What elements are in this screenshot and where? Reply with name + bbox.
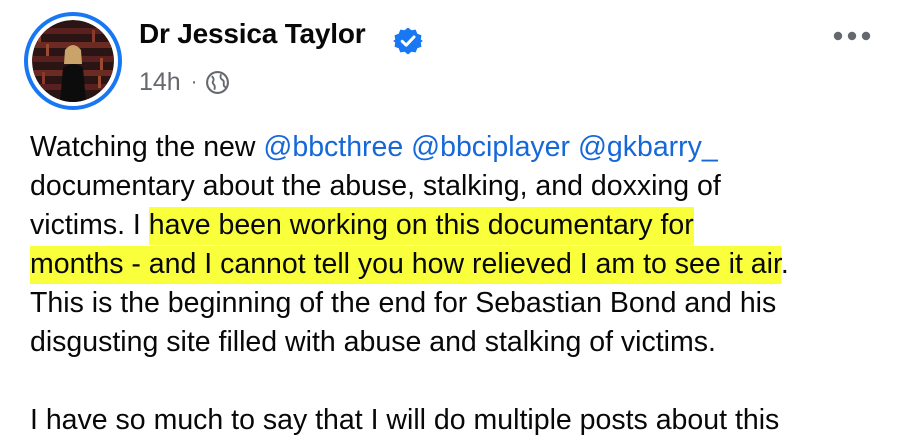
body-line: documentary about the abuse, stalking, a…	[30, 170, 721, 202]
body-text: victims. I	[30, 209, 149, 241]
post-body: Watching the new @bbcthree @bbciplayer @…	[30, 128, 880, 440]
mention-link[interactable]: @bbcthree	[263, 131, 403, 163]
avatar	[32, 20, 114, 102]
body-line: I have so much to say that I will do mul…	[30, 404, 780, 436]
mention-link[interactable]: @bbciplayer	[411, 131, 570, 163]
post-meta: 14h ·	[139, 68, 230, 97]
body-text: .	[780, 248, 789, 280]
author-name[interactable]: Dr Jessica Taylor	[139, 18, 366, 50]
body-line: months - and I cannot tell you how relie…	[30, 245, 880, 284]
post-timestamp[interactable]: 14h	[139, 68, 181, 97]
highlighted-text: have been working on this documentary fo…	[148, 207, 694, 245]
profile-avatar-button[interactable]	[24, 12, 122, 110]
body-line: This is the beginning of the end for Seb…	[30, 287, 777, 319]
body-line: disgusting site filled with abuse and st…	[30, 326, 716, 358]
verified-badge-icon	[393, 27, 423, 55]
highlighted-text: months - and I cannot tell you how relie…	[30, 246, 781, 284]
body-text: Watching the new	[30, 131, 264, 163]
body-line: victims. I have been working on this doc…	[30, 206, 880, 245]
globe-icon[interactable]	[205, 70, 230, 95]
more-options-icon[interactable]	[832, 28, 872, 44]
body-line: Watching the new @bbcthree @bbciplayer @…	[30, 128, 880, 167]
meta-separator: ·	[190, 71, 198, 93]
mention-link[interactable]: @gkbarry_	[578, 131, 718, 163]
